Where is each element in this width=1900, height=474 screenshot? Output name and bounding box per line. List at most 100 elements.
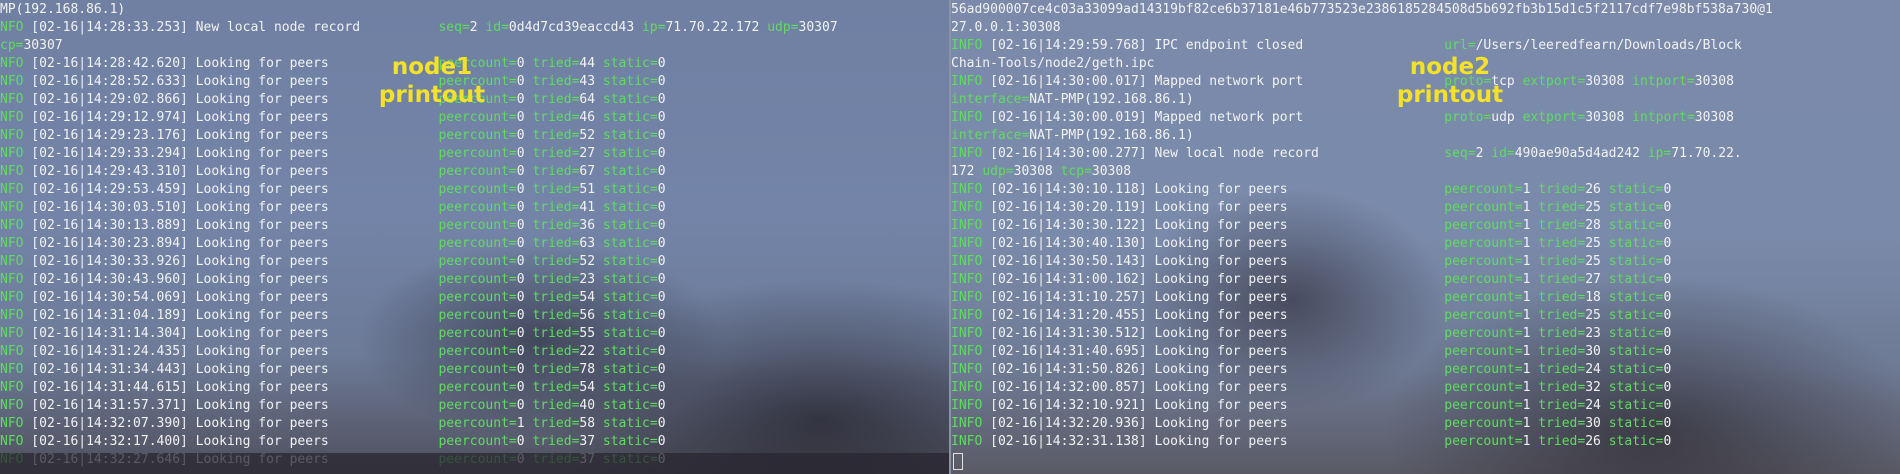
peercount-field: peercount=1 <box>1444 434 1531 449</box>
log-message: [02-16|14:30:43.960] Looking for peers <box>23 272 329 287</box>
static-field: static=0 <box>602 434 666 449</box>
log-level: NFO <box>0 200 24 215</box>
log-level: NFO <box>0 308 24 323</box>
log-message: [02-16|14:29:53.459] Looking for peers <box>23 182 329 197</box>
node1-bottom-edge <box>0 453 949 474</box>
tried-field: tried=25 <box>1538 308 1601 323</box>
tried-field: tried=23 <box>1538 326 1601 341</box>
log-level: INFO <box>951 434 983 449</box>
log-level: INFO <box>951 398 983 413</box>
peercount-field: peercount=1 <box>1444 326 1531 341</box>
log-level: NFO <box>0 20 24 35</box>
static-field: static=0 <box>602 272 666 287</box>
log-message: [02-16|14:31:57.371] Looking for peers <box>23 398 329 413</box>
peercount-field: peercount=1 <box>1444 344 1531 359</box>
tried-field: tried=41 <box>532 200 596 215</box>
static-field: static=0 <box>602 362 666 377</box>
peercount-field: peercount=1 <box>1444 290 1531 305</box>
log-level: INFO <box>951 308 983 323</box>
tried-field: tried=58 <box>532 416 596 431</box>
log-level: INFO <box>951 218 983 233</box>
tried-field: tried=24 <box>1538 398 1601 413</box>
static-field: static=0 <box>602 92 666 107</box>
log-message: [02-16|14:31:24.435] Looking for peers <box>23 344 329 359</box>
log-message: [02-16|14:30:13.889] Looking for peers <box>23 218 329 233</box>
tried-field: tried=28 <box>1538 218 1601 233</box>
tried-field: tried=30 <box>1538 344 1601 359</box>
static-field: static=0 <box>602 164 666 179</box>
log-level: NFO <box>0 236 24 251</box>
peercount-field: peercount=0 <box>438 236 525 251</box>
tried-field: tried=27 <box>532 146 596 161</box>
log-level: INFO <box>951 110 983 125</box>
log-level: NFO <box>0 128 24 143</box>
node1-label-line1: node1 <box>391 54 473 80</box>
log-message: [02-16|14:28:33.253] New local node reco… <box>23 20 361 35</box>
log-message: [02-16|14:30:54.069] Looking for peers <box>23 290 329 305</box>
log-level: INFO <box>951 200 983 215</box>
static-field: static=0 <box>602 398 666 413</box>
log-message: [02-16|14:30:00.017] Mapped network port <box>982 74 1304 89</box>
static-field: static=0 <box>1608 272 1672 287</box>
log-fields: interface=NAT-PMP(192.168.86.1) <box>951 92 1194 107</box>
static-field: static=0 <box>1608 218 1672 233</box>
tried-field: tried=63 <box>532 236 596 251</box>
static-field: static=0 <box>602 236 666 251</box>
log-message: [02-16|14:31:44.615] Looking for peers <box>23 380 329 395</box>
static-field: static=0 <box>602 182 666 197</box>
log-message: [02-16|14:29:43.310] Looking for peers <box>23 164 329 179</box>
tried-field: tried=54 <box>532 290 596 305</box>
log-message: [02-16|14:32:17.400] Looking for peers <box>23 434 329 449</box>
peercount-field: peercount=0 <box>438 344 525 359</box>
log-message: [02-16|14:29:02.866] Looking for peers <box>23 92 329 107</box>
log-message: [02-16|14:30:10.118] Looking for peers <box>982 182 1288 197</box>
log-message: [02-16|14:31:04.189] Looking for peers <box>23 308 329 323</box>
static-field: static=0 <box>602 74 666 89</box>
tried-field: tried=54 <box>532 380 596 395</box>
tried-field: tried=27 <box>1538 272 1601 287</box>
peercount-field: peercount=0 <box>438 146 525 161</box>
log-message: [02-16|14:31:14.304] Looking for peers <box>23 326 329 341</box>
peercount-field: peercount=1 <box>1444 236 1531 251</box>
log-message: [02-16|14:29:59.768] IPC endpoint closed <box>982 38 1304 53</box>
log-level: NFO <box>0 164 24 179</box>
peercount-field: peercount=1 <box>438 416 525 431</box>
tried-field: tried=52 <box>532 254 596 269</box>
peercount-field: peercount=0 <box>438 308 525 323</box>
static-field: static=0 <box>1608 290 1672 305</box>
peercount-field: peercount=1 <box>1444 308 1531 323</box>
tried-field: tried=23 <box>532 272 596 287</box>
log-message: [02-16|14:32:00.857] Looking for peers <box>982 380 1288 395</box>
log-level: NFO <box>0 74 24 89</box>
static-field: static=0 <box>1608 200 1672 215</box>
tried-field: tried=30 <box>1538 416 1601 431</box>
tried-field: tried=25 <box>1538 254 1601 269</box>
log-level: NFO <box>0 182 24 197</box>
peercount-field: peercount=0 <box>438 380 525 395</box>
tried-field: tried=43 <box>532 74 596 89</box>
tried-field: tried=64 <box>532 92 596 107</box>
static-field: static=0 <box>602 326 666 341</box>
peercount-field: peercount=0 <box>438 200 525 215</box>
static-field: static=0 <box>1608 434 1672 449</box>
static-field: static=0 <box>602 110 666 125</box>
terminal-pane-node1[interactable]: MP(192.168.86.1) NFO [02-16|14:28:33.253]… <box>0 0 949 474</box>
tried-field: tried=26 <box>1538 182 1601 197</box>
static-field: static=0 <box>1608 254 1672 269</box>
log-message: [02-16|14:31:20.455] Looking for peers <box>982 308 1288 323</box>
log-level: NFO <box>0 92 24 107</box>
peercount-field: peercount=1 <box>1444 200 1531 215</box>
static-field: static=0 <box>602 254 666 269</box>
tried-field: tried=24 <box>1538 362 1601 377</box>
log-fields: seq=2 id=0d4d7cd39eaccd43 ip=71.70.22.17… <box>438 20 838 35</box>
tried-field: tried=25 <box>1538 200 1601 215</box>
tried-field: tried=56 <box>532 308 596 323</box>
static-field: static=0 <box>602 56 666 71</box>
peercount-field: peercount=0 <box>438 272 525 287</box>
log-message: [02-16|14:32:20.936] Looking for peers <box>982 416 1288 431</box>
static-field: static=0 <box>602 128 666 143</box>
log-message: [02-16|14:30:03.510] Looking for peers <box>23 200 329 215</box>
peercount-field: peercount=0 <box>438 434 525 449</box>
log-fields: seq=2 id=490ae90a5d4ad242 ip=71.70.22. <box>1444 146 1742 161</box>
static-field: static=0 <box>602 344 666 359</box>
